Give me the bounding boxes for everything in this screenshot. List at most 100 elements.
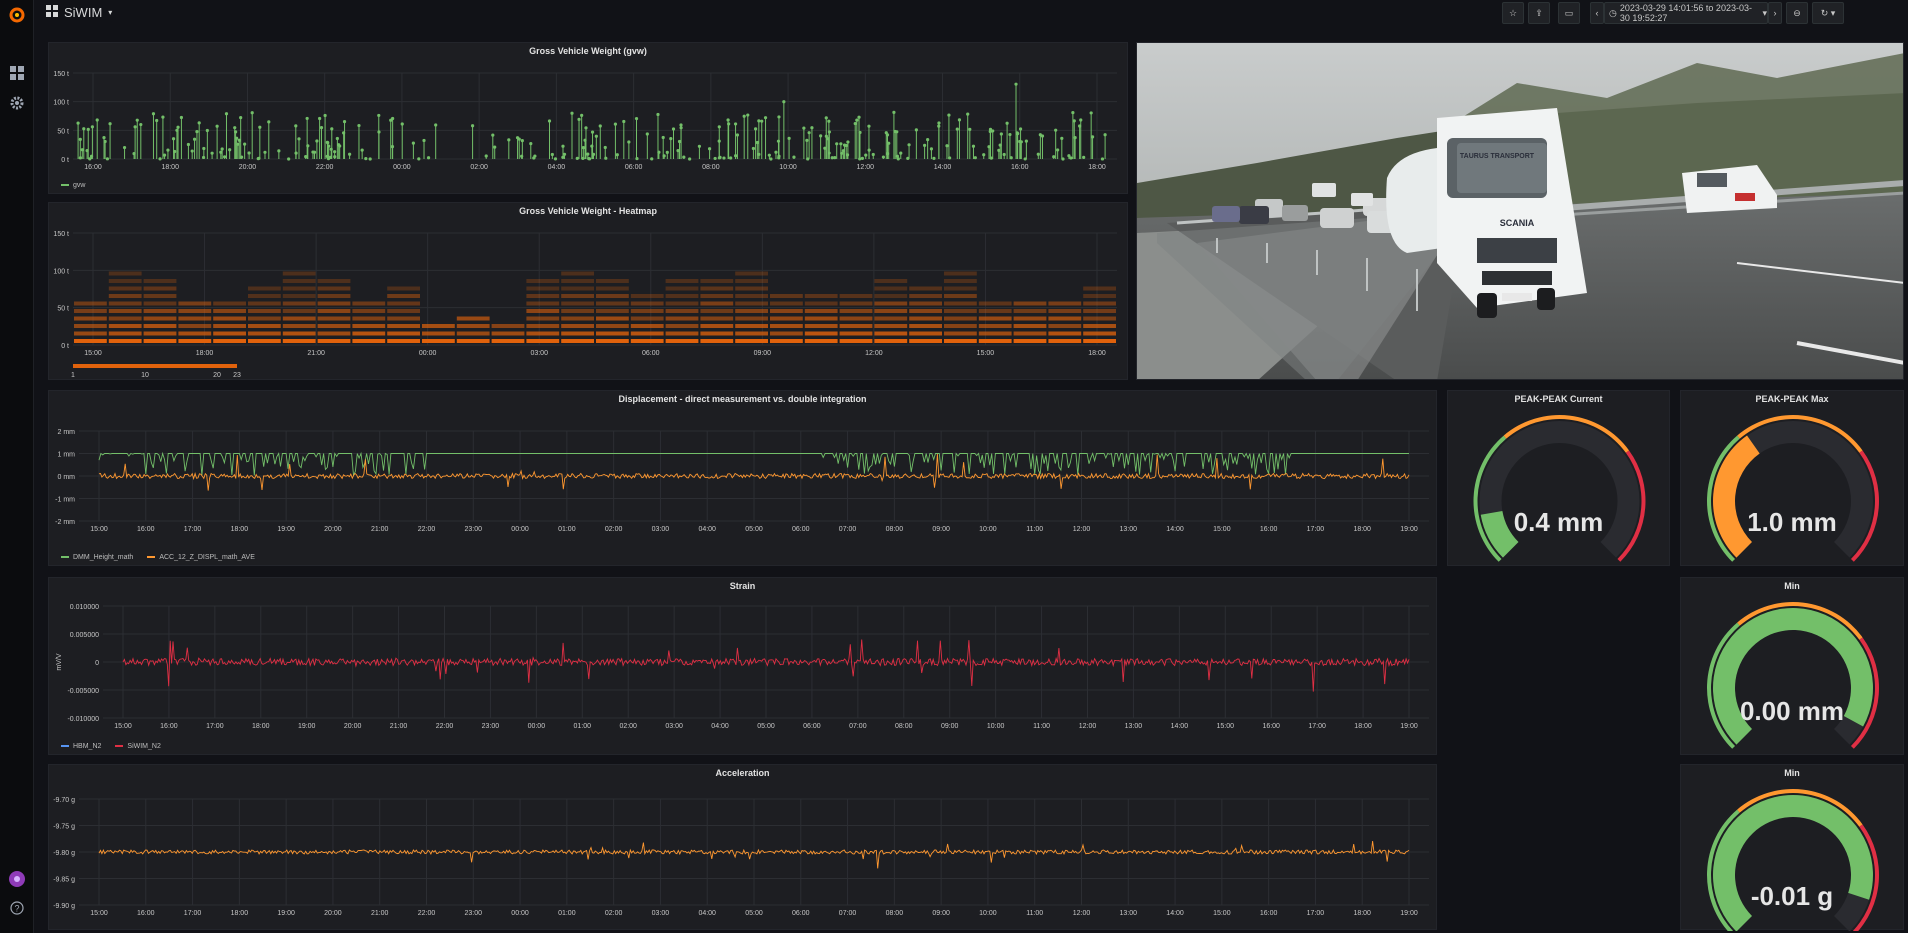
gauge-value: -0.01 g	[1750, 881, 1834, 911]
dashboards-icon[interactable]	[8, 64, 26, 82]
user-avatar-icon[interactable]	[8, 870, 26, 888]
gvw-point	[805, 138, 809, 142]
legend-item-siwim[interactable]: SiWIM_N2	[115, 743, 161, 750]
heatmap-cell	[630, 339, 664, 343]
gvw-point	[179, 115, 184, 120]
legend: gvw	[61, 182, 85, 189]
gear-icon[interactable]	[8, 94, 26, 112]
gvw-point	[923, 143, 927, 147]
heatmap-cell	[143, 286, 177, 291]
refresh-button[interactable]: ↻ ▾	[1812, 2, 1844, 24]
heatmap-cell	[874, 331, 908, 336]
heatmap-cell	[282, 331, 316, 336]
legend-item-acc[interactable]: ACC_12_Z_DISPL_math_AVE	[147, 554, 255, 561]
gvw-point	[802, 126, 806, 130]
gvw-point	[584, 126, 588, 130]
x-tick-label: 15:00	[84, 350, 102, 357]
tv-mode-button[interactable]: ▭	[1558, 2, 1580, 24]
gvw-point	[1018, 127, 1023, 131]
heatmap-cell	[561, 286, 594, 291]
zoom-out-button[interactable]: ⊖	[1786, 2, 1808, 24]
x-tick-label: 14:00	[934, 164, 952, 171]
gvw-point	[966, 112, 970, 116]
heatmap-cell	[700, 301, 734, 306]
time-forward-button[interactable]: ›	[1768, 2, 1782, 24]
heatmap-cell	[491, 324, 525, 328]
heatmap-cell	[874, 316, 908, 321]
heatmap-cell	[74, 324, 107, 328]
gvw-point	[884, 131, 888, 135]
x-tick-label: 02:00	[605, 526, 623, 533]
gvw-point	[782, 100, 786, 104]
heatmap-cell	[700, 294, 734, 298]
y-tick-label: 0.005000	[70, 632, 99, 639]
heatmap-cell	[665, 279, 699, 283]
heatmap-cell	[630, 331, 664, 336]
gvw-point	[333, 155, 337, 159]
gvw-point	[186, 142, 191, 147]
legend-item-gvw[interactable]: gvw	[61, 182, 85, 189]
heatmap-cell	[839, 309, 873, 313]
time-back-button[interactable]: ‹	[1590, 2, 1604, 24]
heatmap-cell	[422, 331, 455, 336]
heatmap-cell	[248, 331, 281, 336]
heatmap-cell	[178, 339, 212, 343]
legend-item-dmm[interactable]: DMM_Height_math	[61, 554, 133, 561]
gvw-point	[1061, 157, 1065, 161]
gvw-point	[318, 116, 322, 121]
heatmap-cell	[1083, 339, 1116, 343]
gvw-point	[390, 145, 395, 149]
heatmap-cell	[770, 294, 803, 298]
x-tick-label: 10:00	[979, 910, 997, 917]
heatmap-cell	[108, 331, 142, 336]
gvw-point	[1103, 133, 1107, 137]
gvw-point	[1100, 157, 1105, 161]
x-tick-label: 22:00	[418, 526, 436, 533]
heatmap-cell	[1048, 301, 1082, 306]
time-range-picker[interactable]: ◷ 2023-03-29 14:01:56 to 2023-03-30 19:5…	[1604, 2, 1768, 24]
x-tick-label: 17:00	[1308, 723, 1326, 730]
x-tick-label: 09:00	[754, 350, 772, 357]
dashboard-title[interactable]: SiWIM ▾	[46, 5, 112, 20]
gvw-point	[470, 124, 475, 128]
gvw-point	[635, 156, 639, 161]
share-button[interactable]: ⇪	[1528, 2, 1550, 24]
gvw-point	[108, 122, 112, 126]
gvw-point	[1023, 157, 1027, 161]
x-tick-label: 15:00	[114, 723, 132, 730]
peak-max-gauge	[1707, 415, 1879, 562]
gvw-point	[570, 111, 574, 115]
gvw-point	[333, 150, 337, 154]
heatmap-cell	[596, 309, 629, 313]
heatmap-cell	[561, 309, 594, 313]
heatmap-cell	[665, 316, 699, 321]
gvw-point	[586, 152, 590, 156]
heatmap-cell	[944, 301, 977, 306]
gvw-point	[1005, 121, 1009, 125]
gvw-point	[590, 130, 595, 134]
help-icon[interactable]: ?	[8, 899, 26, 917]
gvw-point	[176, 125, 180, 129]
color-scale-bar	[73, 364, 237, 368]
heatmap-cell	[352, 309, 386, 313]
heatmap-cell	[108, 286, 142, 291]
heatmap-cell	[665, 331, 699, 336]
x-tick-label: 06:00	[803, 723, 821, 730]
gvw-point	[860, 156, 864, 160]
heatmap-cell	[108, 339, 142, 343]
legend-item-hbm[interactable]: HBM_N2	[61, 743, 101, 750]
x-tick-label: 18:00	[1353, 910, 1371, 917]
gvw-point	[192, 137, 197, 141]
gvw-point	[717, 125, 721, 129]
gvw-panel: Gross Vehicle Weight (gvw) 150 t 100 t 50 …	[48, 42, 1128, 194]
strain-chart: 0.010000 0.005000 0 -0.005000 -0.010000 15:00…	[56, 604, 1429, 730]
gvw-point	[426, 156, 431, 160]
y-tick-label: 0 t	[61, 157, 69, 164]
star-button[interactable]: ☆	[1502, 2, 1524, 24]
x-tick-label: 14:00	[1171, 723, 1189, 730]
gvw-point	[434, 123, 438, 127]
heatmap-cell	[74, 301, 107, 306]
grafana-logo-icon[interactable]	[6, 4, 28, 26]
y-tick-label: -0.010000	[67, 716, 99, 723]
heatmap-cell	[108, 309, 142, 313]
